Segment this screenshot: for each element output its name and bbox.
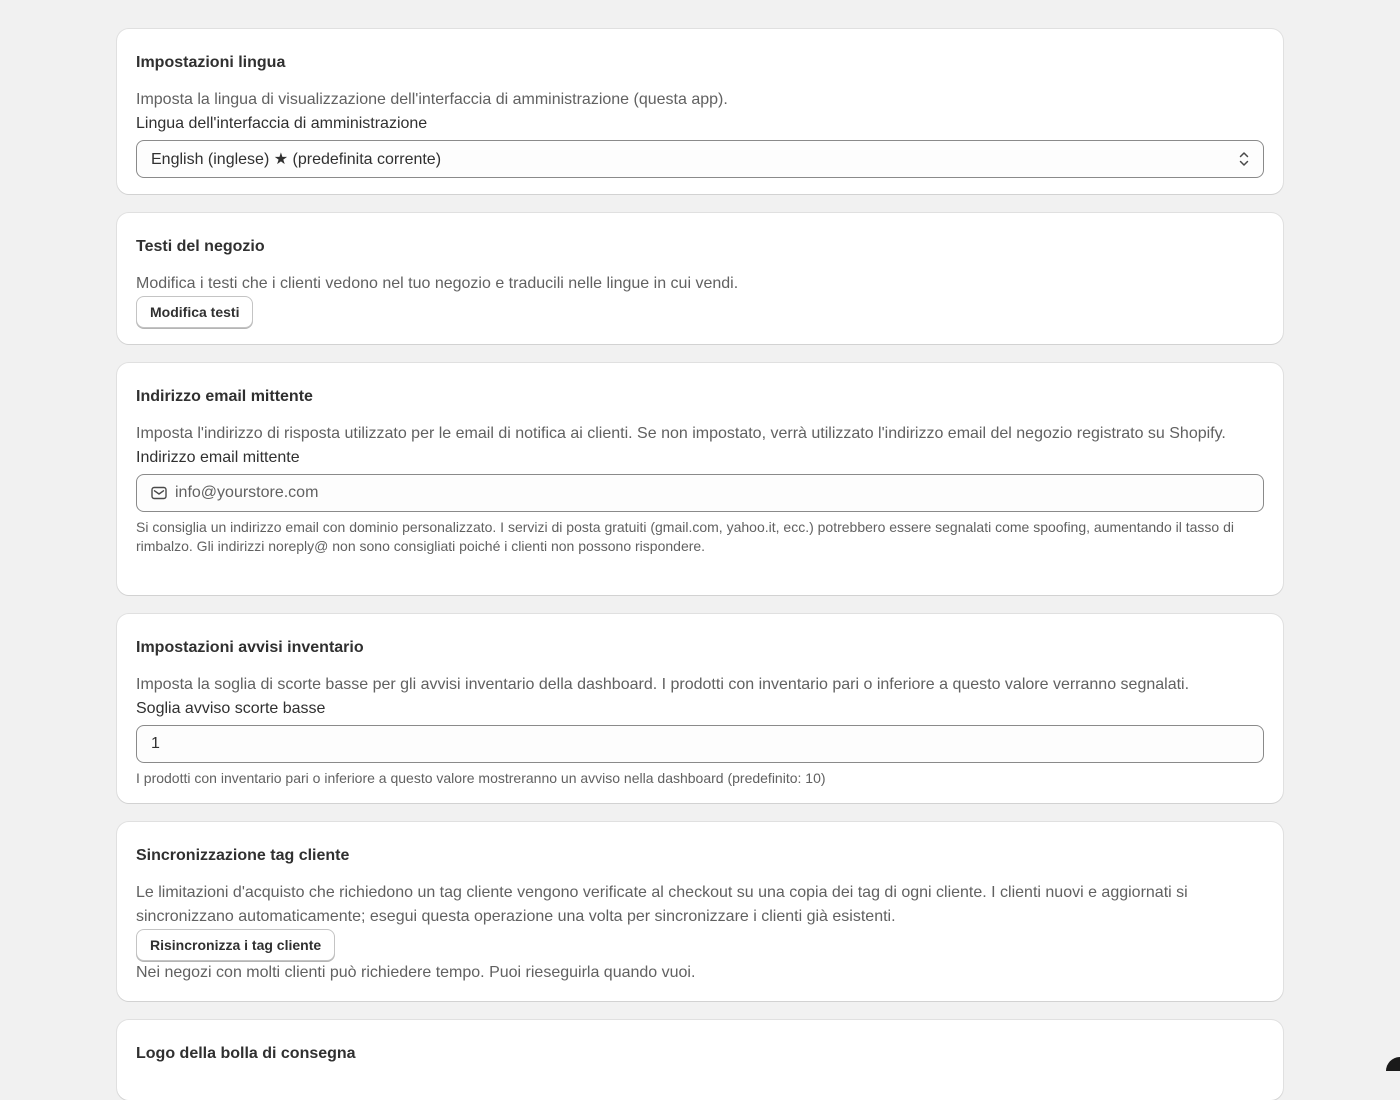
store-texts-card: Testi del negozio Modifica i testi che i… xyxy=(117,213,1283,344)
language-settings-title: Impostazioni lingua xyxy=(136,54,286,71)
low-stock-threshold-value: 1 xyxy=(151,735,160,752)
sender-email-placeholder: info@yourstore.com xyxy=(175,484,319,501)
mail-icon xyxy=(151,485,167,501)
low-stock-threshold-label: Soglia avviso scorte basse xyxy=(136,700,326,717)
packing-slip-logo-title: Logo della bolla di consegna xyxy=(136,1045,356,1062)
low-stock-threshold-help-text: I prodotti con inventario pari o inferio… xyxy=(136,770,826,786)
resync-customer-tags-button[interactable]: Risincronizza i tag cliente xyxy=(136,929,336,961)
low-stock-threshold-input[interactable]: 1 xyxy=(136,725,1264,763)
language-settings-description: Imposta la lingua di visualizzazione del… xyxy=(136,91,728,108)
customer-tag-sync-note: Nei negozi con molti clienti può richied… xyxy=(136,964,696,981)
store-texts-description: Modifica i testi che i clienti vedono ne… xyxy=(136,275,739,292)
sender-email-description: Imposta l'indirizzo di risposta utilizza… xyxy=(136,425,1226,442)
language-settings-card: Impostazioni lingua Imposta la lingua di… xyxy=(117,29,1283,194)
sender-email-title: Indirizzo email mittente xyxy=(136,388,313,405)
window-corner xyxy=(1386,1057,1400,1071)
packing-slip-logo-card: Logo della bolla di consegna xyxy=(117,1020,1283,1100)
customer-tag-sync-card: Sincronizzazione tag cliente Le limitazi… xyxy=(117,822,1283,1001)
settings-page: Impostazioni lingua Imposta la lingua di… xyxy=(117,29,1283,1100)
sender-email-help-text: Si consiglia un indirizzo email con domi… xyxy=(136,519,1235,554)
edit-texts-button[interactable]: Modifica testi xyxy=(136,296,254,328)
admin-language-select[interactable]: English (inglese) ★ (predefinita corrent… xyxy=(136,140,1264,178)
store-texts-title: Testi del negozio xyxy=(136,238,265,255)
sender-email-label: Indirizzo email mittente xyxy=(136,449,300,466)
inventory-alerts-title: Impostazioni avvisi inventario xyxy=(136,639,364,656)
admin-language-label: Lingua dell'interfaccia di amministrazio… xyxy=(136,115,428,132)
select-chevron-icon xyxy=(1237,150,1251,168)
customer-tag-sync-title: Sincronizzazione tag cliente xyxy=(136,847,350,864)
sender-email-card: Indirizzo email mittente Imposta l'indir… xyxy=(117,363,1283,595)
inventory-alerts-card: Impostazioni avvisi inventario Imposta l… xyxy=(117,614,1283,803)
admin-language-selected-value: English (inglese) ★ (predefinita corrent… xyxy=(151,151,442,168)
sender-email-input[interactable]: info@yourstore.com xyxy=(136,474,1264,512)
customer-tag-sync-description: Le limitazioni d'acquisto che richiedono… xyxy=(136,884,1188,925)
inventory-alerts-description: Imposta la soglia di scorte basse per gl… xyxy=(136,676,1190,693)
